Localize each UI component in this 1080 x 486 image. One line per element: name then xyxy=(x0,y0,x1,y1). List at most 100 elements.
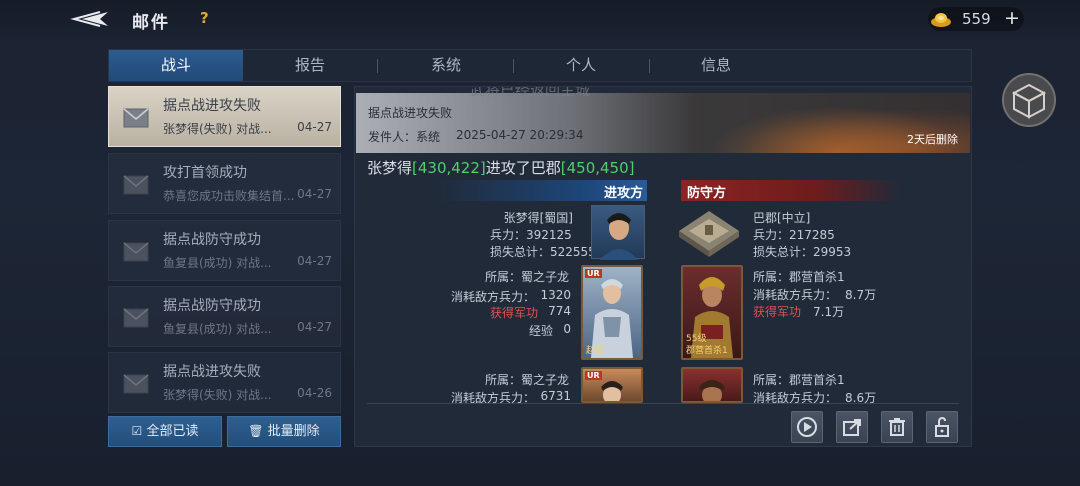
mail-subtitle: 鱼复县(成功) 对战... xyxy=(163,322,272,336)
atk-general-exp-value: 0 xyxy=(563,322,571,336)
general-card-zhaoyun[interactable]: UR 赵云 xyxy=(581,265,643,360)
atk-general-merit-label: 获得军功 xyxy=(490,306,539,320)
mail-date: 04-26 xyxy=(297,386,332,400)
battle-headline: 张梦得[430,422]进攻了巴郡[450,450] xyxy=(367,157,635,178)
attacker-coord: [430,422] xyxy=(412,159,486,177)
mail-item[interactable]: 据点战进攻失败 张梦得(失败) 对战... 04-27 xyxy=(108,86,341,147)
batch-delete-label: 批量删除 xyxy=(267,424,320,439)
atk-general-merit-value: 774 xyxy=(548,304,571,318)
defender-name: 巴郡[中立] xyxy=(753,211,811,225)
target-coord: [450,450] xyxy=(560,159,635,177)
mail-icon xyxy=(123,108,149,128)
atk-general-belong: 所属：蜀之子龙 xyxy=(485,373,570,387)
tab-report[interactable]: 报告 xyxy=(243,50,377,81)
tab-info[interactable]: 信息 xyxy=(649,50,783,81)
replay-button[interactable] xyxy=(791,411,823,443)
delete-button[interactable] xyxy=(881,411,913,443)
def-general-belong: 所属：郡营首杀1 xyxy=(753,270,845,284)
general-card[interactable]: UR xyxy=(581,367,643,403)
mail-subtitle: 张梦得(失败) 对战... xyxy=(163,122,272,136)
tab-divider xyxy=(377,59,378,73)
general-name: 郡营首杀1 xyxy=(686,346,728,356)
unlock-icon xyxy=(935,416,949,437)
mail-item[interactable]: 据点战进攻失败 张梦得(失败) 对战... 04-26 xyxy=(108,352,341,413)
checkbox-icon: ☑ xyxy=(131,424,143,438)
mail-icon xyxy=(123,374,149,394)
general-card-defender[interactable]: 55级 郡营首杀1 xyxy=(681,265,743,360)
attacker-avatar xyxy=(591,205,645,260)
attacker-header: 进攻方 xyxy=(435,180,647,201)
mail-subtitle: 鱼复县(成功) 对战... xyxy=(163,256,272,270)
mail-subtitle: 恭喜您成功击败集结首... xyxy=(163,189,295,203)
currency-value: 559 xyxy=(962,10,991,28)
delete-icon xyxy=(889,418,905,436)
tab-personal[interactable]: 个人 xyxy=(514,50,648,81)
def-general-consume-label: 消耗敌方兵力： xyxy=(753,288,838,302)
read-all-label: 全部已读 xyxy=(146,424,199,439)
currency-display: 559 + xyxy=(928,7,1024,31)
batch-delete-button[interactable]: 🗑 批量删除 xyxy=(227,416,341,447)
attacker-name: 张梦得 xyxy=(367,159,413,177)
defender-loss: 损失总计：29953 xyxy=(753,245,852,259)
mail-date: 04-27 xyxy=(297,120,332,134)
back-arrow-icon[interactable] xyxy=(70,8,110,30)
cube-icon xyxy=(1011,83,1047,119)
defender-header: 防守方 xyxy=(681,180,901,201)
attacker-troops: 兵力：392125 xyxy=(490,228,572,242)
read-all-button[interactable]: ☑ 全部已读 xyxy=(108,416,222,447)
divider xyxy=(367,403,959,404)
ingot-icon xyxy=(931,13,951,27)
play-icon xyxy=(797,417,817,437)
atk-general-consume-value: 1320 xyxy=(540,288,571,302)
mail-date: 04-27 xyxy=(297,187,332,201)
atk-general-consume-value: 6731 xyxy=(540,389,571,403)
mail-item[interactable]: 据点战防守成功 鱼复县(成功) 对战... 04-27 xyxy=(108,286,341,347)
lock-button[interactable] xyxy=(926,411,958,443)
attacker-lord-name: 张梦得[蜀国] xyxy=(503,211,573,225)
mail-date: 04-27 xyxy=(297,320,332,334)
rarity-badge: UR xyxy=(585,371,602,380)
trash-icon: 🗑 xyxy=(248,424,264,438)
detail-expire: 2天后删除 xyxy=(907,133,958,146)
mail-title: 攻打首领成功 xyxy=(163,165,247,181)
rarity-badge: UR xyxy=(585,269,602,278)
headline-verb: 进攻了巴郡 xyxy=(485,159,561,177)
def-general-belong: 所属：郡营首杀1 xyxy=(753,373,845,387)
mail-banner: 据点战进攻失败 发件人：系统 2025-04-27 20:29:34 2天后删除 xyxy=(356,93,970,153)
mail-item[interactable]: 攻打首领成功 恭喜您成功击败集结首... 04-27 xyxy=(108,153,341,214)
share-icon xyxy=(843,419,861,436)
lord-portrait-icon xyxy=(600,213,638,260)
general-portrait-icon xyxy=(699,380,725,401)
atk-general-consume-label: 消耗敌方兵力： xyxy=(451,290,536,304)
attacker-loss: 损失总计：522555 xyxy=(490,245,596,259)
atk-general-exp-label: 经验 xyxy=(529,324,554,338)
mail-item[interactable]: 据点战防守成功 鱼复县(成功) 对战... 04-27 xyxy=(108,220,341,281)
share-button[interactable] xyxy=(836,411,868,443)
add-currency-button[interactable]: + xyxy=(1004,7,1020,29)
page-title: 邮件 xyxy=(132,13,170,33)
cube-floating-button[interactable] xyxy=(1002,73,1056,127)
defender-label: 防守方 xyxy=(687,186,727,201)
defender-troops: 兵力：217285 xyxy=(753,228,835,242)
mail-title: 据点战进攻失败 xyxy=(163,98,261,114)
mail-icon xyxy=(123,242,149,262)
mail-list: 据点战进攻失败 张梦得(失败) 对战... 04-27 攻打首领成功 恭喜您成功… xyxy=(108,86,341,413)
attacker-label: 进攻方 xyxy=(603,186,643,201)
def-general-merit-value: 7.1万 xyxy=(813,305,845,319)
mail-title: 据点战防守成功 xyxy=(163,232,261,248)
help-icon[interactable]: ? xyxy=(200,9,209,27)
tab-system[interactable]: 系统 xyxy=(379,50,513,81)
atk-general-belong: 所属：蜀之子龙 xyxy=(485,270,570,284)
mail-tabs: 战斗 报告 系统 个人 信息 xyxy=(108,49,972,82)
def-general-consume-value: 8.7万 xyxy=(845,288,877,302)
general-card[interactable] xyxy=(681,367,743,403)
detail-title: 据点战进攻失败 xyxy=(368,106,453,120)
tab-battle[interactable]: 战斗 xyxy=(109,50,243,81)
toast-message: 武将已经返回主城 xyxy=(470,86,591,99)
mail-title: 据点战防守成功 xyxy=(163,298,261,314)
mail-subtitle: 张梦得(失败) 对战... xyxy=(163,388,272,402)
mail-date: 04-27 xyxy=(297,254,332,268)
mail-detail-panel: 据点战进攻失败 发件人：系统 2025-04-27 20:29:34 2天后删除… xyxy=(354,86,972,447)
def-general-merit-label: 获得军功 xyxy=(753,305,802,319)
city-icon xyxy=(679,211,739,257)
